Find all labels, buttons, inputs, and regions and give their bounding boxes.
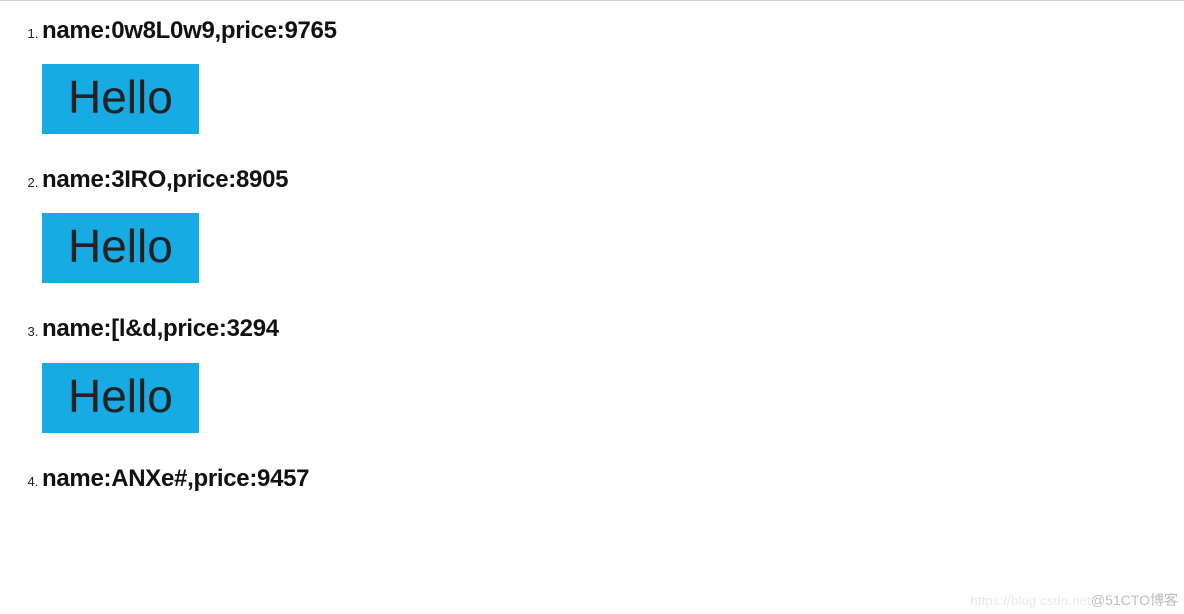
hello-box: Hello: [42, 64, 199, 134]
name-prefix: name:: [42, 166, 111, 193]
item-name: ANXe#: [111, 465, 187, 492]
price-prefix: price:: [193, 465, 257, 492]
item-list: name:0w8L0w9,price:9765 Hello name:3IRO,…: [0, 1, 1184, 494]
item-price: 8905: [236, 166, 288, 193]
item-name: [l&d: [111, 315, 156, 342]
name-prefix: name:: [42, 315, 111, 342]
item-price: 9765: [284, 17, 336, 44]
name-prefix: name:: [42, 17, 111, 44]
list-item: name:0w8L0w9,price:9765 Hello: [42, 15, 1184, 152]
list-item: name:ANXe#,price:9457: [42, 463, 1184, 494]
item-price: 3294: [227, 315, 279, 342]
item-heading: name:3IRO,price:8905: [42, 164, 1184, 195]
name-prefix: name:: [42, 465, 111, 492]
list-item: name:[l&d,price:3294 Hello: [42, 313, 1184, 450]
watermark-text: @51CTO博客: [1091, 592, 1178, 608]
hello-box: Hello: [42, 363, 199, 433]
item-name: 0w8L0w9: [111, 17, 214, 44]
hello-box: Hello: [42, 213, 199, 283]
watermark-url: https://blog.csdn.net: [970, 593, 1091, 608]
price-prefix: price:: [163, 315, 227, 342]
item-price: 9457: [257, 465, 309, 492]
watermark: https://blog.csdn.net@51CTO博客: [970, 590, 1178, 610]
price-prefix: price:: [172, 166, 236, 193]
item-heading: name:ANXe#,price:9457: [42, 463, 1184, 494]
item-heading: name:[l&d,price:3294: [42, 313, 1184, 344]
item-heading: name:0w8L0w9,price:9765: [42, 15, 1184, 46]
price-prefix: price:: [221, 17, 285, 44]
item-name: 3IRO: [111, 166, 166, 193]
list-item: name:3IRO,price:8905 Hello: [42, 164, 1184, 301]
